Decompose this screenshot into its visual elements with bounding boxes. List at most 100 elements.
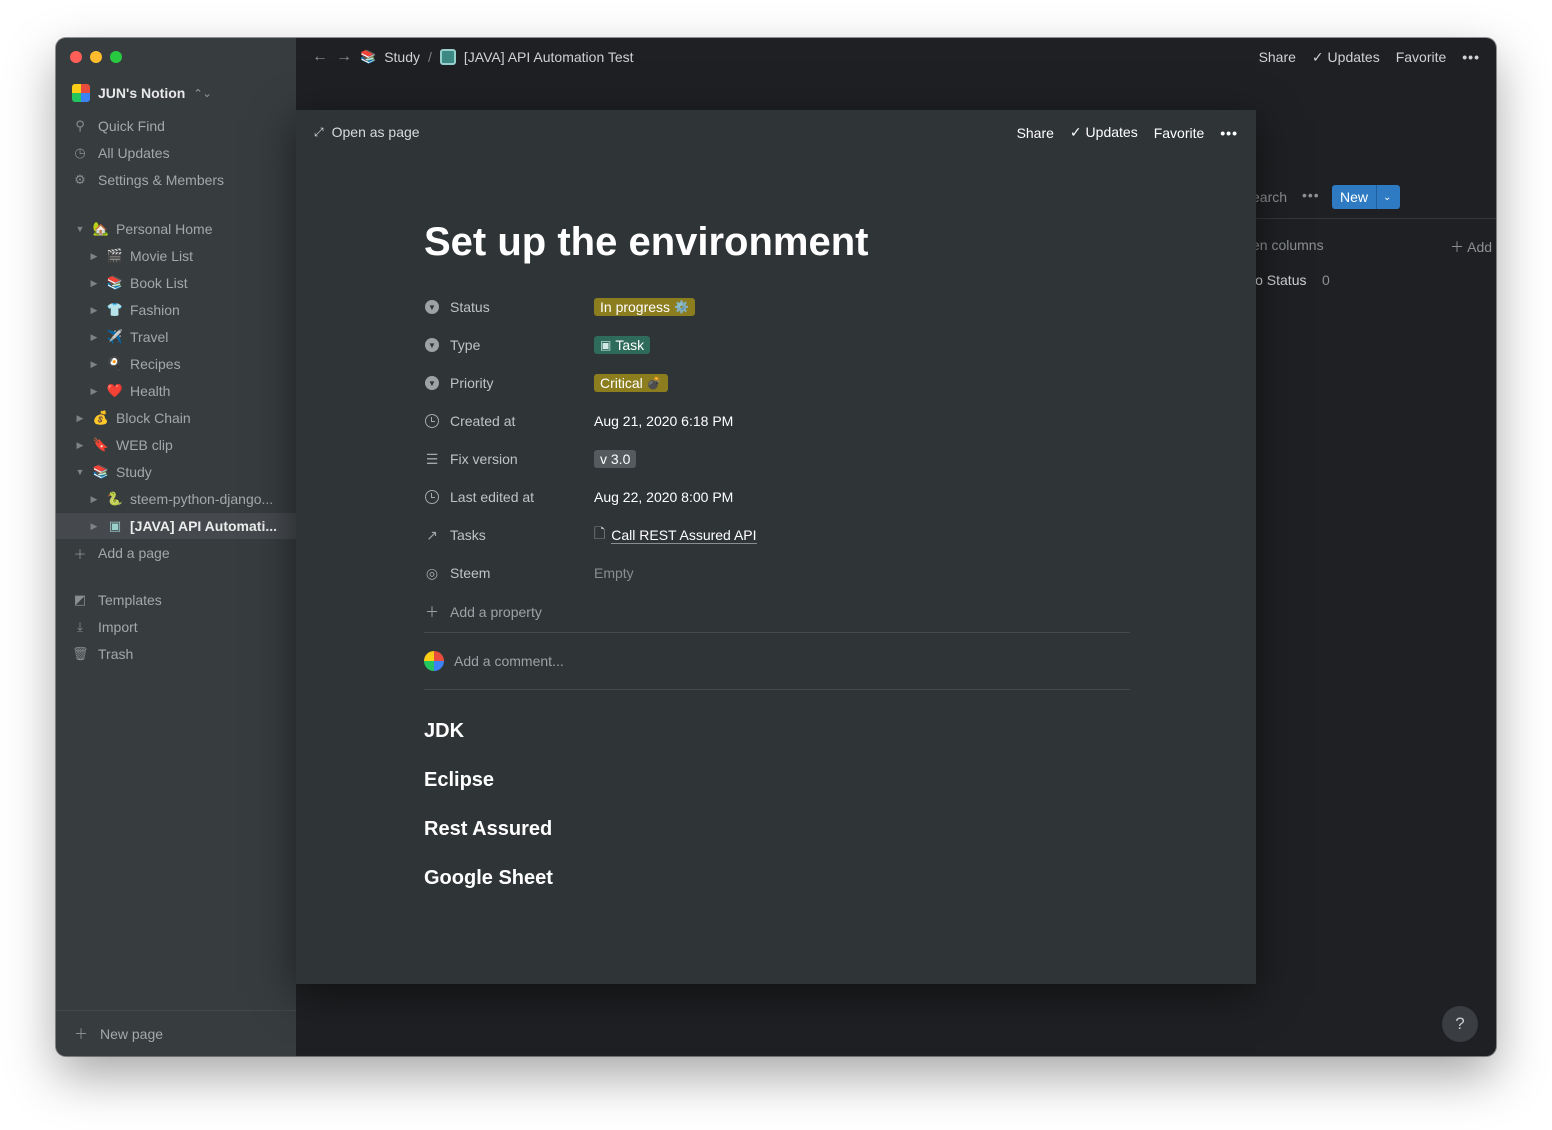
share-button[interactable]: Share — [1017, 125, 1054, 141]
workspace-switcher[interactable]: JUN's Notion ⌃⌄ — [72, 84, 212, 102]
property-name: Created at — [450, 413, 516, 429]
quick-find-button[interactable]: ⚲ Quick Find — [72, 113, 165, 139]
search-label[interactable]: earch — [1252, 189, 1287, 205]
sidebar-item-recipes[interactable]: ▶ 🍳 Recipes — [88, 351, 181, 377]
window-controls — [70, 51, 122, 63]
updates-button[interactable]: ✓ Updates — [1312, 49, 1380, 66]
add-page-button[interactable]: ＋ Add a page — [72, 540, 169, 566]
help-button[interactable]: ? — [1442, 1006, 1478, 1042]
chevron-updown-icon: ⌃⌄ — [193, 87, 212, 100]
all-updates-button[interactable]: ◷ All Updates — [72, 140, 169, 166]
page-title[interactable]: Set up the environment — [424, 220, 869, 265]
hidden-columns-label[interactable]: en columns — [1252, 237, 1324, 253]
collapse-toggle-icon[interactable]: ▼ — [74, 224, 86, 234]
more-icon[interactable]: ••• — [1302, 187, 1320, 203]
open-as-page-button[interactable]: ⤢ Open as page — [314, 124, 420, 140]
priority-tag[interactable]: Critical 💣 — [594, 374, 668, 392]
breadcrumb-study[interactable]: Study — [384, 49, 420, 65]
add-comment-field[interactable]: Add a comment... — [424, 633, 1130, 689]
heading-eclipse[interactable]: Eclipse — [424, 769, 494, 792]
property-status[interactable]: ▼ Status In progress ⚙️ — [424, 288, 1130, 326]
clock-icon — [425, 490, 439, 504]
add-column-button[interactable]: ＋ Add — [1450, 237, 1492, 257]
expand-toggle-icon[interactable]: ▶ — [88, 278, 100, 289]
fix-version-tag[interactable]: v 3.0 — [594, 450, 637, 468]
clock-icon: ◷ — [74, 145, 86, 160]
property-priority[interactable]: ▼ Priority Critical 💣 — [424, 364, 1130, 402]
back-arrow-icon[interactable]: ← — [312, 48, 328, 66]
more-icon[interactable]: ••• — [1220, 125, 1238, 141]
last-edited-value: Aug 22, 2020 8:00 PM — [594, 489, 734, 505]
expand-toggle-icon[interactable]: ▶ — [88, 494, 100, 505]
heading-rest-assured[interactable]: Rest Assured — [424, 818, 552, 841]
divider — [424, 689, 1130, 690]
property-fix-version[interactable]: ☰ Fix version v 3.0 — [424, 440, 1130, 478]
forward-arrow-icon[interactable]: → — [336, 48, 352, 66]
expand-toggle-icon[interactable]: ▶ — [88, 251, 100, 262]
new-label: New — [1332, 185, 1378, 209]
sidebar-item-label: Fashion — [130, 302, 180, 318]
maximize-window-button[interactable] — [110, 51, 122, 63]
sidebar-item-block-chain[interactable]: ▶ 💰 Block Chain — [74, 405, 191, 431]
property-tasks[interactable]: ↗ Tasks 🗋 Call REST Assured API — [424, 516, 1130, 554]
sidebar-item-fashion[interactable]: ▶ 👕 Fashion — [88, 297, 180, 323]
updates-button[interactable]: ✓ Updates — [1070, 124, 1138, 141]
import-button[interactable]: ⤓ Import — [72, 614, 138, 640]
property-created-at[interactable]: Created at Aug 21, 2020 6:18 PM — [424, 402, 1130, 440]
property-name: Priority — [450, 375, 494, 391]
chevron-down-icon[interactable]: ⌄ — [1377, 192, 1397, 203]
new-page-button[interactable]: ＋ New page — [56, 1010, 296, 1056]
expand-toggle-icon[interactable]: ▶ — [88, 386, 100, 397]
sidebar-item-movie-list[interactable]: ▶ 🎬 Movie List — [88, 243, 194, 269]
sidebar-item-book-list[interactable]: ▶ 📚 Book List — [88, 270, 188, 296]
breadcrumb-current-page[interactable]: [JAVA] API Automation Test — [464, 49, 634, 65]
steem-empty-value[interactable]: Empty — [594, 565, 634, 581]
new-button[interactable]: New ⌄ — [1332, 185, 1400, 209]
templates-icon: ◩ — [73, 592, 87, 607]
sidebar-item-study[interactable]: ▼ 📚 Study — [74, 459, 152, 485]
heading-google-sheet[interactable]: Google Sheet — [424, 867, 553, 890]
property-last-edited-at[interactable]: Last edited at Aug 22, 2020 8:00 PM — [424, 478, 1130, 516]
clapper-icon: 🎬 — [106, 248, 124, 263]
favorite-button[interactable]: Favorite — [1396, 49, 1447, 65]
updates-label: Updates — [1085, 124, 1138, 140]
divider — [1252, 218, 1496, 219]
minimize-window-button[interactable] — [90, 51, 102, 63]
heading-jdk[interactable]: JDK — [424, 720, 464, 743]
sidebar-item-travel[interactable]: ▶ ✈️ Travel — [88, 324, 169, 350]
share-button[interactable]: Share — [1259, 49, 1296, 65]
collapse-toggle-icon[interactable]: ▼ — [74, 467, 86, 477]
templates-button[interactable]: ◩ Templates — [72, 587, 162, 613]
sidebar-item-web-clip[interactable]: ▶ 🔖 WEB clip — [74, 432, 173, 458]
more-icon[interactable]: ••• — [1462, 49, 1480, 65]
nav-label: Import — [98, 619, 138, 635]
expand-toggle-icon[interactable]: ▶ — [88, 305, 100, 316]
relation-arrow-icon: ↗ — [426, 526, 438, 543]
settings-members-button[interactable]: ⚙ Settings & Members — [72, 167, 224, 193]
close-window-button[interactable] — [70, 51, 82, 63]
expand-toggle-icon[interactable]: ▶ — [88, 332, 100, 343]
sidebar-item-java-api[interactable]: ▶ ▣ [JAVA] API Automati... — [56, 513, 296, 539]
property-name: Last edited at — [450, 489, 535, 505]
task-link[interactable]: Call REST Assured API — [611, 527, 757, 544]
open-as-page-label: Open as page — [331, 124, 420, 140]
property-name: Fix version — [450, 451, 518, 467]
type-tag[interactable]: ▣ Task — [594, 336, 651, 354]
add-property-button[interactable]: ＋ Add a property — [424, 592, 1130, 632]
expand-toggle-icon[interactable]: ▶ — [74, 440, 86, 451]
sidebar-item-steem-python[interactable]: ▶ 🐍 steem-python-django... — [88, 486, 274, 512]
expand-toggle-icon[interactable]: ▶ — [88, 359, 100, 370]
sidebar-item-label: Study — [116, 464, 152, 480]
page-modal: ⤢ Open as page Share ✓ Updates Favorite … — [296, 110, 1256, 984]
sidebar-item-personal-home[interactable]: ▼ 🏡 Personal Home — [74, 216, 213, 242]
property-steem[interactable]: ◎ Steem Empty — [424, 554, 1130, 592]
favorite-button[interactable]: Favorite — [1154, 125, 1205, 141]
trash-button[interactable]: 🗑 Trash — [72, 641, 133, 667]
clock-icon — [425, 414, 439, 428]
expand-toggle-icon[interactable]: ▶ — [74, 413, 86, 424]
sidebar-item-health[interactable]: ▶ ❤️ Health — [88, 378, 171, 404]
property-type[interactable]: ▼ Type ▣ Task — [424, 326, 1130, 364]
status-tag[interactable]: In progress ⚙️ — [594, 298, 695, 316]
nav-label: Quick Find — [98, 118, 165, 134]
expand-toggle-icon[interactable]: ▶ — [88, 521, 100, 532]
